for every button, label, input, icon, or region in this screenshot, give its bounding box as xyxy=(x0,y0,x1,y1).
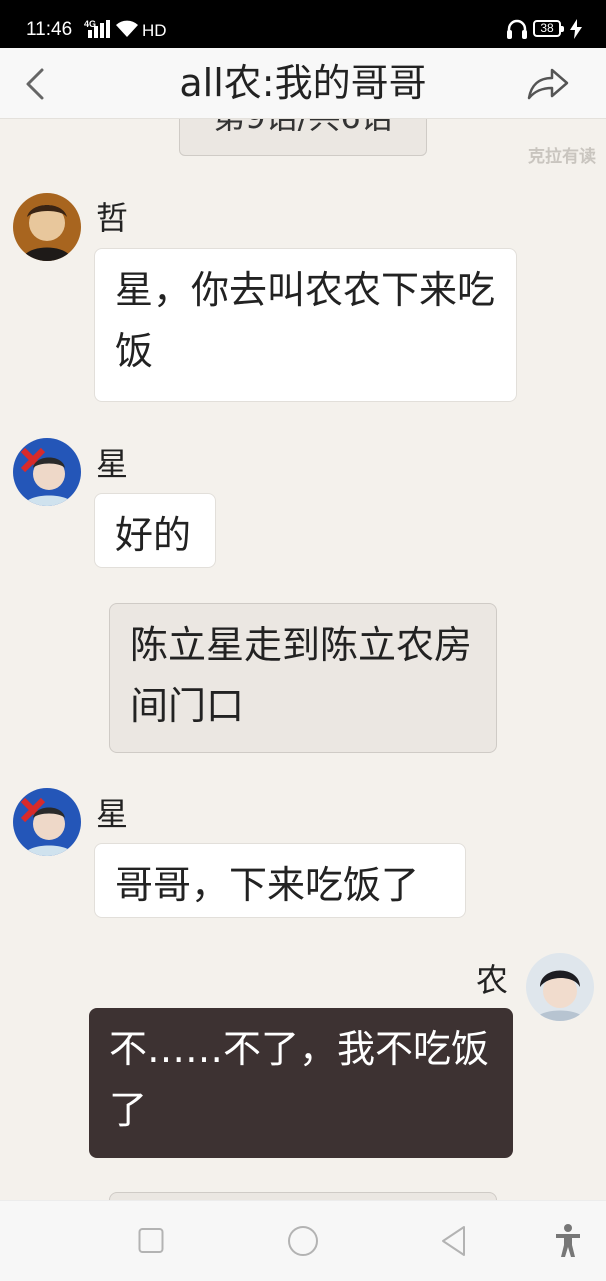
watermark: 克拉有读 xyxy=(528,147,596,167)
narration-text: 第9话/共6话 xyxy=(213,118,393,136)
message-text: 不……不了，我不吃饭了 xyxy=(109,1027,490,1132)
sender-name: 星 xyxy=(96,445,129,483)
message-bubble[interactable]: 星，你去叫农农下来吃饭 xyxy=(94,248,517,402)
back-triangle-icon[interactable] xyxy=(440,1223,468,1259)
message-text: 哥哥，下来吃饭了 xyxy=(115,863,420,907)
narration-text: 陈立星走到陈立农房间门口 xyxy=(130,623,473,728)
avatar-xing[interactable] xyxy=(13,788,81,856)
battery-indicator: 38 xyxy=(533,20,564,37)
chevron-left-icon[interactable] xyxy=(22,66,50,102)
sender-name: 农 xyxy=(476,961,509,999)
status-bar: 11:46 4G HD 38 xyxy=(0,0,606,48)
chat-area[interactable]: 第9话/共6话 哲 星，你去叫农农下来吃饭 星 好的 陈立星走到陈立农房间门口 xyxy=(0,118,606,1200)
system-navigation-bar xyxy=(0,1200,606,1281)
headset-icon xyxy=(507,19,527,39)
message-text: 星，你去叫农农下来吃饭 xyxy=(115,268,496,373)
charging-icon xyxy=(570,19,582,39)
avatar-xing[interactable] xyxy=(13,438,81,506)
narration-bubble[interactable]: 陈立星走到陈立农房间门口 xyxy=(109,603,497,753)
avatar-zhe[interactable] xyxy=(13,193,81,261)
sender-name: 哲 xyxy=(96,199,129,237)
status-time: 11:46 xyxy=(26,19,73,40)
message-bubble[interactable]: 哥哥，下来吃饭了 xyxy=(94,843,466,918)
avatar-nong[interactable] xyxy=(526,953,594,1021)
share-icon[interactable] xyxy=(526,66,570,102)
home-icon[interactable] xyxy=(286,1223,320,1259)
sender-name: 星 xyxy=(96,795,129,833)
accessibility-icon[interactable] xyxy=(554,1223,582,1259)
message-bubble[interactable]: 好的 xyxy=(94,493,216,568)
recent-apps-icon[interactable] xyxy=(138,1223,164,1259)
wifi-icon xyxy=(116,20,138,37)
message-text: 好的 xyxy=(115,513,192,557)
narration-bubble-partial[interactable] xyxy=(109,1192,497,1200)
narration-bubble-top: 第9话/共6话 xyxy=(179,118,427,156)
signal-icon xyxy=(88,20,110,38)
chat-header: all农:我的哥哥 xyxy=(0,48,606,119)
page-title: all农:我的哥哥 xyxy=(179,61,427,105)
hd-label: HD xyxy=(142,21,167,40)
message-bubble[interactable]: 不……不了，我不吃饭了 xyxy=(89,1008,513,1158)
